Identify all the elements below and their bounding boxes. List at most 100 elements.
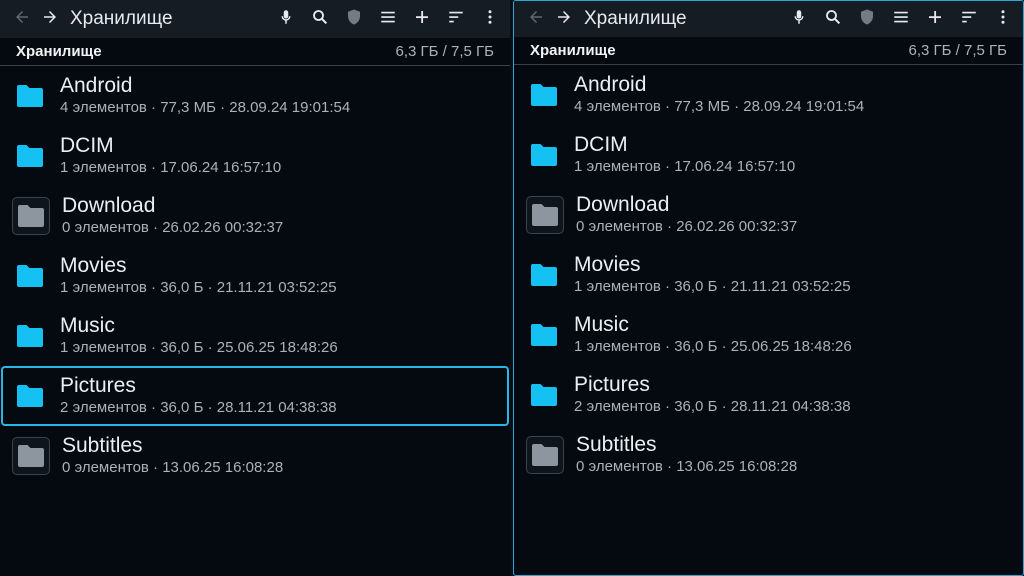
storage-label: Хранилище bbox=[16, 43, 102, 60]
add-button[interactable] bbox=[408, 5, 436, 33]
list-view-icon bbox=[892, 8, 910, 31]
folder-meta: 4 элементов · 77,3 МБ · 28.09.24 19:01:5… bbox=[60, 99, 351, 116]
voice-search-button[interactable] bbox=[272, 5, 300, 33]
storage-header: Хранилище 6,3 ГБ / 7,5 ГБ bbox=[514, 37, 1023, 65]
folder-name: Movies bbox=[60, 254, 127, 277]
voice-search-button[interactable] bbox=[785, 5, 813, 33]
shield-button[interactable] bbox=[853, 5, 881, 33]
folder-text: Download 0 элементов · 26.02.26 00:32:37 bbox=[62, 194, 283, 238]
folder-row-pictures[interactable]: Pictures 2 элементов · 36,0 Б · 28.11.21 … bbox=[0, 366, 510, 426]
search-button[interactable] bbox=[306, 5, 334, 33]
folder-row-movies[interactable]: Movies 1 элементов · 36,0 Б · 21.11.21 03… bbox=[514, 245, 1023, 305]
folder-row-movies[interactable]: Movies 1 элементов · 36,0 Б · 21.11.21 03… bbox=[0, 246, 510, 306]
folder-row-music[interactable]: Music 1 элементов · 36,0 Б · 25.06.25 18:… bbox=[0, 306, 510, 366]
list-view-icon bbox=[379, 8, 397, 31]
microphone-icon bbox=[790, 8, 808, 31]
folder-row-pictures[interactable]: Pictures 2 элементов · 36,0 Б · 28.11.21 … bbox=[514, 365, 1023, 425]
folder-row-music[interactable]: Music 1 элементов · 36,0 Б · 25.06.25 18:… bbox=[514, 305, 1023, 365]
folder-name: Download bbox=[576, 193, 670, 216]
folder-icon bbox=[526, 317, 562, 353]
storage-header: Хранилище 6,3 ГБ / 7,5 ГБ bbox=[0, 38, 510, 66]
folder-text: Music 1 элементов · 36,0 Б · 25.06.25 18:… bbox=[574, 313, 852, 357]
folder-name: Subtitles bbox=[576, 433, 657, 456]
view-mode-button[interactable] bbox=[887, 5, 915, 33]
folder-row-download[interactable]: Download 0 элементов · 26.02.26 00:32:37 bbox=[514, 185, 1023, 245]
forward-button[interactable] bbox=[550, 5, 578, 33]
more-options-button[interactable] bbox=[476, 5, 504, 33]
folder-meta: 1 элементов · 36,0 Б · 21.11.21 03:52:25 bbox=[60, 279, 337, 296]
folder-row-android[interactable]: Android 4 элементов · 77,3 МБ · 28.09.24 … bbox=[514, 65, 1023, 125]
right-pane[interactable]: Хранилище Хранилище 6,3 ГБ / 7,5 ГБ Andr… bbox=[513, 0, 1024, 576]
storage-usage: 6,3 ГБ / 7,5 ГБ bbox=[395, 43, 494, 60]
forward-arrow-icon bbox=[555, 8, 573, 31]
back-button[interactable] bbox=[8, 5, 36, 33]
folder-meta: 2 элементов · 36,0 Б · 28.11.21 04:38:38 bbox=[574, 398, 851, 415]
storage-usage: 6,3 ГБ / 7,5 ГБ bbox=[908, 42, 1007, 59]
more-vert-icon bbox=[994, 8, 1012, 31]
forward-button[interactable] bbox=[36, 5, 64, 33]
folder-name: Movies bbox=[574, 253, 641, 276]
folder-name: Music bbox=[60, 314, 115, 337]
forward-arrow-icon bbox=[41, 8, 59, 31]
toolbar: Хранилище bbox=[514, 1, 1023, 37]
more-options-button[interactable] bbox=[989, 5, 1017, 33]
folder-text: Movies 1 элементов · 36,0 Б · 21.11.21 03… bbox=[60, 254, 337, 298]
folder-meta: 0 элементов · 13.06.25 16:08:28 bbox=[576, 458, 798, 475]
folder-text: Pictures 2 элементов · 36,0 Б · 28.11.21 … bbox=[574, 373, 851, 417]
view-mode-button[interactable] bbox=[374, 5, 402, 33]
folder-empty-icon bbox=[12, 437, 50, 475]
folder-name: DCIM bbox=[60, 134, 114, 157]
left-pane[interactable]: Хранилище Хранилище 6,3 ГБ / 7,5 ГБ Andr… bbox=[0, 0, 510, 576]
folder-name: Pictures bbox=[574, 373, 650, 396]
folder-name: DCIM bbox=[574, 133, 628, 156]
folder-row-download[interactable]: Download 0 элементов · 26.02.26 00:32:37 bbox=[0, 186, 510, 246]
search-icon bbox=[311, 8, 329, 31]
folder-meta: 1 элементов · 36,0 Б · 25.06.25 18:48:26 bbox=[574, 338, 852, 355]
folder-icon bbox=[526, 137, 562, 173]
shield-icon bbox=[858, 8, 876, 31]
folder-row-subtitles[interactable]: Subtitles 0 элементов · 13.06.25 16:08:28 bbox=[0, 426, 510, 486]
folder-meta: 0 элементов · 13.06.25 16:08:28 bbox=[62, 459, 284, 476]
back-arrow-icon bbox=[527, 8, 545, 31]
folder-text: Pictures 2 элементов · 36,0 Б · 28.11.21 … bbox=[60, 374, 337, 418]
folder-empty-icon bbox=[526, 196, 564, 234]
toolbar-title: Хранилище bbox=[70, 8, 173, 29]
folder-name: Android bbox=[574, 73, 647, 96]
folder-name: Pictures bbox=[60, 374, 136, 397]
folder-row-subtitles[interactable]: Subtitles 0 элементов · 13.06.25 16:08:28 bbox=[514, 425, 1023, 485]
shield-button[interactable] bbox=[340, 5, 368, 33]
folder-meta: 1 элементов · 17.06.24 16:57:10 bbox=[574, 158, 796, 175]
toolbar: Хранилище bbox=[0, 0, 510, 38]
sort-icon bbox=[447, 8, 465, 31]
folder-row-dcim[interactable]: DCIM 1 элементов · 17.06.24 16:57:10 bbox=[514, 125, 1023, 185]
search-button[interactable] bbox=[819, 5, 847, 33]
folder-empty-icon bbox=[12, 197, 50, 235]
add-icon bbox=[926, 8, 944, 31]
folder-name: Music bbox=[574, 313, 629, 336]
toolbar-title: Хранилище bbox=[584, 8, 687, 29]
back-arrow-icon bbox=[13, 8, 31, 31]
more-vert-icon bbox=[481, 8, 499, 31]
folder-text: DCIM 1 элементов · 17.06.24 16:57:10 bbox=[574, 133, 795, 177]
sort-button[interactable] bbox=[442, 5, 470, 33]
sort-button[interactable] bbox=[955, 5, 983, 33]
file-list: Android 4 элементов · 77,3 МБ · 28.09.24 … bbox=[514, 65, 1023, 485]
dual-pane-file-manager: Хранилище Хранилище 6,3 ГБ / 7,5 ГБ Andr… bbox=[0, 0, 1024, 576]
folder-name: Download bbox=[62, 194, 156, 217]
folder-meta: 1 элементов · 17.06.24 16:57:10 bbox=[60, 159, 282, 176]
folder-icon bbox=[12, 78, 48, 114]
folder-text: DCIM 1 элементов · 17.06.24 16:57:10 bbox=[60, 134, 281, 178]
folder-row-android[interactable]: Android 4 элементов · 77,3 МБ · 28.09.24 … bbox=[0, 66, 510, 126]
add-button[interactable] bbox=[921, 5, 949, 33]
folder-row-dcim[interactable]: DCIM 1 элементов · 17.06.24 16:57:10 bbox=[0, 126, 510, 186]
folder-icon bbox=[12, 318, 48, 354]
folder-text: Download 0 элементов · 26.02.26 00:32:37 bbox=[576, 193, 797, 237]
search-icon bbox=[824, 8, 842, 31]
folder-icon bbox=[12, 138, 48, 174]
folder-text: Android 4 элементов · 77,3 МБ · 28.09.24 … bbox=[60, 74, 350, 118]
back-button[interactable] bbox=[522, 5, 550, 33]
folder-text: Movies 1 элементов · 36,0 Б · 21.11.21 03… bbox=[574, 253, 851, 297]
folder-icon bbox=[526, 257, 562, 293]
folder-icon bbox=[526, 77, 562, 113]
folder-name: Android bbox=[60, 74, 133, 97]
